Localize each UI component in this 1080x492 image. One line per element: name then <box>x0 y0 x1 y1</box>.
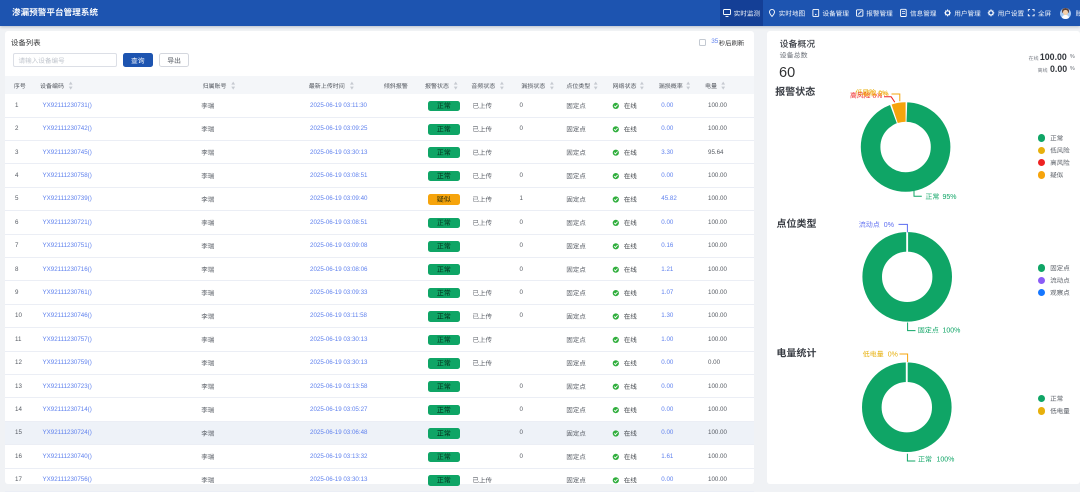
svg-text:0%: 0% <box>888 352 898 359</box>
svg-text:95%: 95% <box>943 194 957 201</box>
svg-text:100%: 100% <box>937 457 955 464</box>
svg-text:0%: 0% <box>884 222 894 229</box>
svg-text:100%: 100% <box>943 328 961 335</box>
svg-text:5%: 5% <box>879 91 889 98</box>
